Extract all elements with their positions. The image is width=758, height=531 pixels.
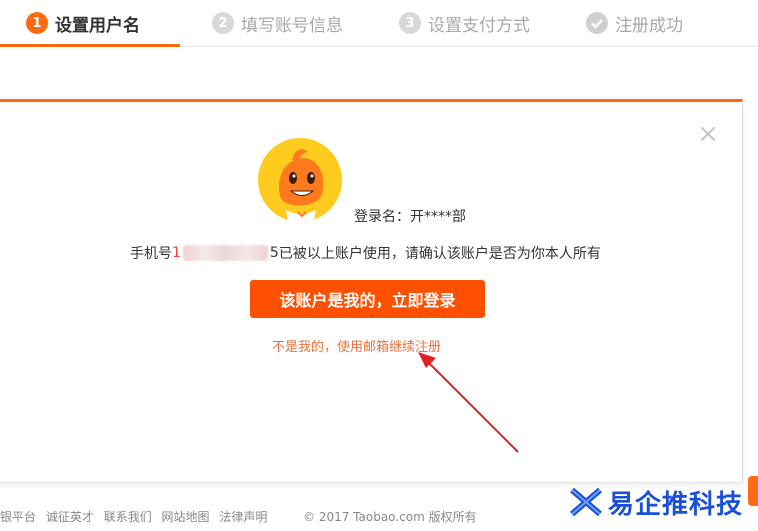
step-set-username: 1 设置用户名 — [26, 0, 140, 46]
footer-link[interactable]: 联系我们 — [104, 510, 152, 524]
avatar — [258, 138, 342, 222]
watermark-logo-icon — [570, 487, 602, 517]
check-circle-icon — [586, 12, 608, 34]
phone-suffix: 已被以上账户使用，请确认该账户是否为你本人所有 — [278, 246, 601, 262]
active-step-underline — [0, 44, 180, 47]
step-success: 注册成功 — [586, 0, 683, 46]
footer-link[interactable]: 网站地图 — [162, 510, 210, 524]
step-account-info: 2 填写账号信息 — [212, 0, 343, 46]
step-number-1: 1 — [26, 12, 48, 34]
step-label: 填写账号信息 — [241, 15, 343, 36]
copyright: © 2017 Taobao.com 版权所有 — [303, 510, 477, 524]
watermark: 易企推科技 — [568, 482, 743, 522]
step-number-3: 3 — [399, 12, 421, 34]
footer-link[interactable]: 银平台 — [0, 510, 36, 524]
step-label: 注册成功 — [615, 15, 683, 36]
step-payment-method: 3 设置支付方式 — [399, 0, 530, 46]
phone-prefix: 手机号 — [130, 246, 172, 262]
side-tab[interactable] — [748, 476, 758, 506]
footer-link[interactable]: 法律声明 — [219, 510, 267, 524]
phone-visible-start: 1 — [172, 245, 181, 261]
registration-steps: 1 设置用户名 2 填写账号信息 3 设置支付方式 注册成功 — [0, 0, 758, 47]
red-arrow-annotation — [418, 352, 519, 453]
phone-redaction — [182, 245, 268, 261]
login-now-button[interactable]: 该账户是我的，立即登录 — [250, 280, 485, 318]
footer-links: 银平台 诚征英才 联系我们 网站地图 法律声明 — [0, 508, 273, 525]
watermark-text: 易企推科技 — [608, 489, 744, 520]
login-name: 登录名：开****部 — [354, 209, 466, 225]
phone-notice: 手机号 1 5 已被以上账户使用，请确认该账户是否为你本人所有 — [130, 243, 601, 263]
step-number-2: 2 — [212, 12, 234, 34]
close-icon[interactable]: × — [697, 121, 719, 147]
step-label: 设置支付方式 — [428, 15, 530, 36]
phone-visible-end: 5 — [269, 245, 279, 261]
footer-link[interactable]: 诚征英才 — [46, 510, 94, 524]
step-label: 设置用户名 — [55, 15, 140, 36]
